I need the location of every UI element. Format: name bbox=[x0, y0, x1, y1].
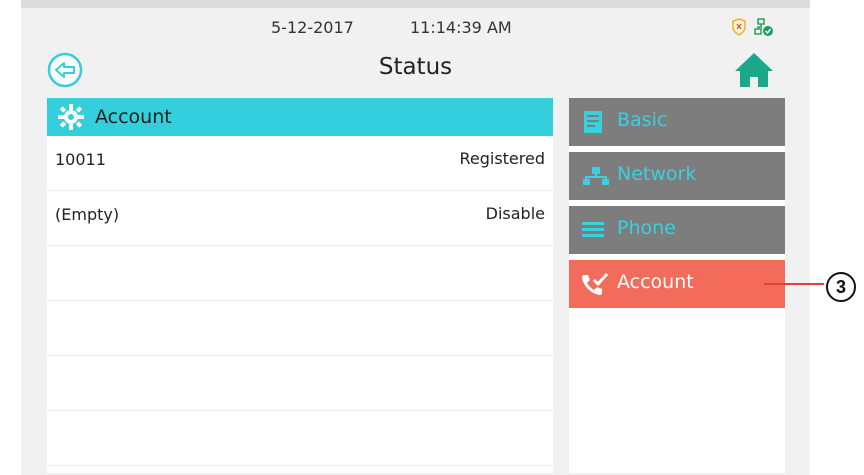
section-header: Account bbox=[47, 98, 553, 136]
sidebar: Basic Network Phone Account bbox=[569, 98, 785, 473]
section-title: Account bbox=[95, 106, 172, 128]
account-status-panel: Account 10011 Registered (Empty) Disable bbox=[47, 98, 553, 473]
sidebar-item-label: Network bbox=[617, 163, 697, 185]
document-icon bbox=[584, 111, 602, 133]
sidebar-item-network[interactable]: Network bbox=[569, 152, 785, 200]
page-header: Status bbox=[21, 48, 810, 94]
account-status: Disable bbox=[485, 204, 545, 223]
status-time: 11:14:39 AM bbox=[410, 18, 512, 37]
network-icon bbox=[583, 167, 609, 185]
sidebar-item-account[interactable]: Account bbox=[569, 260, 785, 308]
account-number: 10011 bbox=[55, 150, 106, 169]
empty-row bbox=[47, 301, 553, 356]
empty-row bbox=[47, 356, 553, 411]
shield-icon bbox=[732, 18, 746, 36]
account-status: Registered bbox=[459, 149, 545, 168]
home-icon bbox=[735, 53, 773, 87]
sidebar-item-basic[interactable]: Basic bbox=[569, 98, 785, 146]
account-row[interactable]: 10011 Registered bbox=[47, 136, 553, 191]
status-bar: 5-12-2017 11:14:39 AM bbox=[21, 8, 810, 48]
phone-account-icon bbox=[582, 272, 609, 295]
callout-number: 3 bbox=[826, 272, 856, 302]
gear-icon bbox=[58, 104, 84, 130]
page-title: Status bbox=[378, 54, 453, 80]
sidebar-item-phone[interactable]: Phone bbox=[569, 206, 785, 254]
sidebar-item-label: Basic bbox=[617, 109, 668, 131]
sidebar-item-label: Account bbox=[617, 271, 694, 293]
empty-row bbox=[47, 246, 553, 301]
list-icon bbox=[582, 222, 604, 237]
callout-line bbox=[764, 283, 824, 285]
top-strip bbox=[21, 0, 810, 8]
sidebar-item-label: Phone bbox=[617, 217, 676, 239]
empty-row bbox=[47, 411, 553, 466]
home-button[interactable] bbox=[733, 51, 775, 89]
account-row[interactable]: (Empty) Disable bbox=[47, 191, 553, 246]
account-number: (Empty) bbox=[55, 205, 120, 224]
device-screen: 5-12-2017 11:14:39 AM Status Account 100… bbox=[21, 0, 810, 475]
network-status-icon bbox=[754, 18, 773, 36]
status-icons bbox=[731, 17, 775, 37]
status-date: 5-12-2017 bbox=[271, 18, 354, 37]
